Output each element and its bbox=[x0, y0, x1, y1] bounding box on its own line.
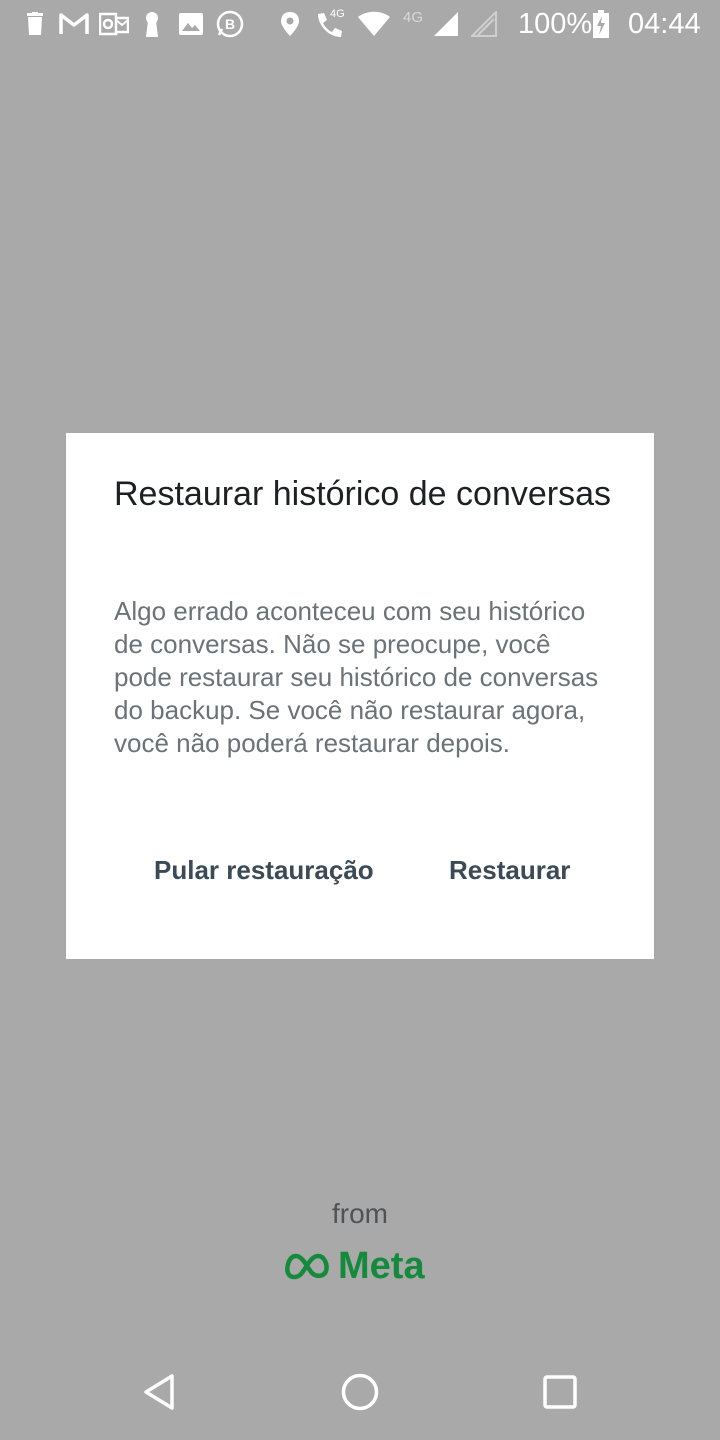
gmail-icon bbox=[58, 10, 90, 38]
home-button[interactable] bbox=[334, 1366, 386, 1418]
meta-wordmark: Meta bbox=[338, 1245, 425, 1287]
back-icon bbox=[144, 1374, 174, 1410]
call-4g-label: 4G bbox=[330, 8, 345, 20]
clock: 04:44 bbox=[628, 8, 701, 40]
meta-logo: Meta bbox=[284, 1244, 444, 1288]
meta-infinity-icon bbox=[285, 1253, 329, 1280]
battery-percent: 100% bbox=[518, 8, 593, 40]
outlook-icon bbox=[98, 10, 130, 38]
dialog-title: Restaurar histórico de conversas bbox=[114, 475, 612, 513]
skip-restore-button[interactable]: Pular restauração bbox=[154, 853, 374, 887]
recents-icon bbox=[543, 1375, 577, 1409]
back-button[interactable] bbox=[134, 1366, 186, 1418]
dialog-message: Algo errado aconteceu com seu histórico … bbox=[114, 596, 599, 758]
b-icon: B bbox=[214, 10, 246, 38]
status-bar: B 4G 4G 100% 04:44 bbox=[0, 0, 720, 48]
keyhole-icon bbox=[141, 10, 163, 38]
gallery-icon bbox=[177, 10, 205, 38]
signal-empty-icon bbox=[470, 10, 498, 38]
restore-dialog: Restaurar histórico de conversas Algo er… bbox=[66, 433, 654, 959]
location-icon bbox=[278, 10, 302, 38]
signal-icon bbox=[432, 10, 460, 38]
from-label: from bbox=[332, 1198, 388, 1229]
screen: B 4G 4G 100% 04:44 Restaurar histórico d… bbox=[0, 0, 720, 1440]
delete-icon bbox=[24, 10, 46, 38]
wifi-icon bbox=[356, 10, 392, 38]
svg-text:B: B bbox=[225, 16, 235, 32]
restore-button[interactable]: Restaurar bbox=[449, 853, 570, 887]
battery-charging-icon bbox=[592, 10, 610, 38]
network-4g-label: 4G bbox=[403, 9, 424, 26]
home-icon bbox=[341, 1373, 379, 1411]
recents-button[interactable] bbox=[534, 1366, 586, 1418]
